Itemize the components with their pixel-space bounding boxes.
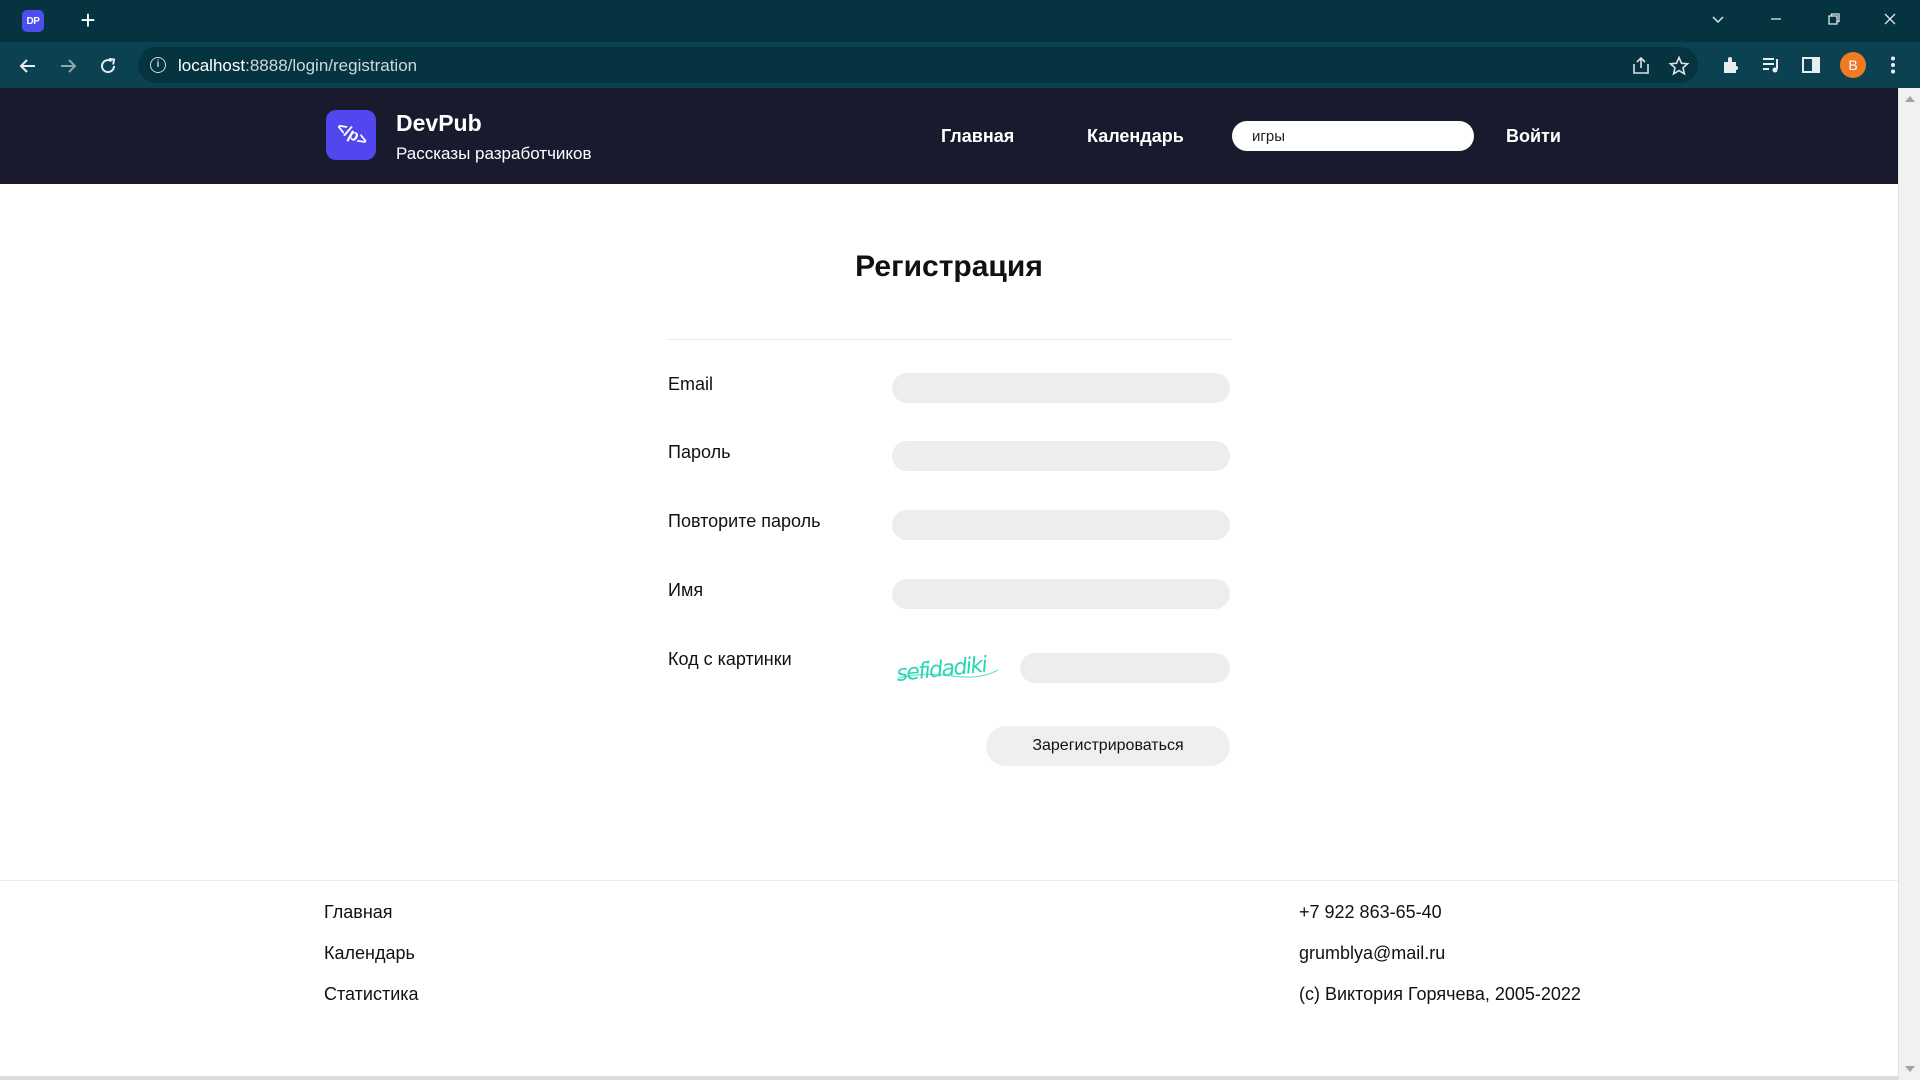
site-header: </p> DevPub Рассказы разработчиков Главн… <box>0 88 1898 184</box>
captcha-field[interactable] <box>1020 653 1230 683</box>
tab-favicon[interactable]: DP <box>22 10 44 32</box>
title-divider <box>667 339 1231 340</box>
svg-text:sefidadiki: sefidadiki <box>895 653 989 686</box>
side-panel-icon[interactable] <box>1798 52 1824 78</box>
email-label: Email <box>668 374 714 394</box>
password-field[interactable] <box>892 441 1230 471</box>
name-field[interactable] <box>892 579 1230 609</box>
new-tab-button[interactable]: + <box>74 6 102 34</box>
media-playlist-icon[interactable] <box>1758 52 1784 78</box>
email-field[interactable] <box>892 373 1230 403</box>
page-title: Регистрация <box>855 250 1043 283</box>
password-label: Пароль <box>668 442 731 462</box>
brand-subtitle: Рассказы разработчиков <box>396 144 592 163</box>
repeat-password-label: Повторите пароль <box>668 511 821 531</box>
footer-phone: +7 922 863-65-40 <box>1299 902 1442 922</box>
restore-icon[interactable] <box>1806 0 1862 38</box>
page-scrollbar[interactable] <box>1898 88 1920 1080</box>
devpub-logo[interactable]: </p> <box>326 110 376 160</box>
browser-tab-strip: DP + <box>0 0 1920 42</box>
close-window-icon[interactable] <box>1862 0 1918 38</box>
url-text[interactable]: localhost:8888/login/registration <box>178 56 417 76</box>
captcha-image: sefidadiki <box>895 653 999 686</box>
profile-avatar[interactable]: B <box>1840 52 1866 78</box>
name-label: Имя <box>668 580 704 600</box>
footer-email[interactable]: grumblya@mail.ru <box>1299 943 1445 964</box>
browser-toolbar: i localhost:8888/login/registration B <box>0 42 1920 88</box>
browser-menu-icon[interactable] <box>1880 52 1906 78</box>
brand-title[interactable]: DevPub <box>396 110 482 137</box>
login-link[interactable]: Войти <box>1506 126 1561 147</box>
footer-link-calendar[interactable]: Календарь <box>324 943 415 964</box>
search-input[interactable] <box>1232 121 1474 151</box>
horizontal-scrollbar[interactable] <box>0 1076 1898 1080</box>
captcha-label: Код с картинки <box>668 649 792 669</box>
scroll-up-icon[interactable] <box>1905 96 1915 102</box>
tab-search-icon[interactable] <box>1690 0 1746 38</box>
address-bar[interactable]: i localhost:8888/login/registration <box>138 47 1698 83</box>
scroll-down-icon[interactable] <box>1905 1066 1915 1072</box>
register-button[interactable]: Зарегистрироваться <box>986 726 1230 766</box>
nav-calendar-link[interactable]: Календарь <box>1087 126 1184 147</box>
footer-link-home[interactable]: Главная <box>324 902 393 923</box>
back-icon[interactable] <box>12 50 44 82</box>
site-info-icon[interactable]: i <box>150 57 166 73</box>
footer-copyright: (c) Виктория Горячева, 2005-2022 <box>1299 984 1581 1004</box>
forward-icon[interactable] <box>52 50 84 82</box>
minimize-icon[interactable] <box>1748 0 1804 38</box>
footer-divider <box>0 880 1898 881</box>
nav-home-link[interactable]: Главная <box>941 126 1014 147</box>
reload-icon[interactable] <box>92 50 124 82</box>
repeat-password-field[interactable] <box>892 510 1230 540</box>
extensions-icon[interactable] <box>1718 52 1744 78</box>
bookmark-star-icon[interactable] <box>1668 55 1690 77</box>
share-icon[interactable] <box>1630 55 1652 77</box>
footer-link-statistics[interactable]: Статистика <box>324 984 419 1005</box>
